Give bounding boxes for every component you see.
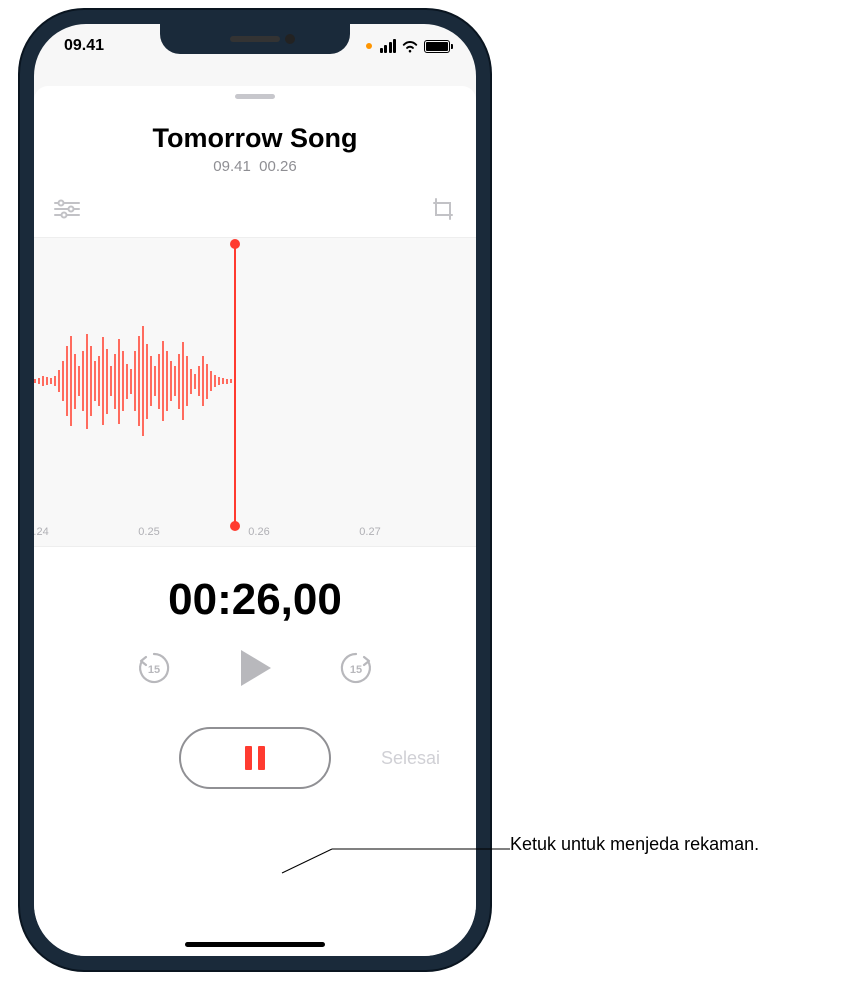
- sheet-grabber[interactable]: [235, 94, 275, 99]
- callout-leader-line: [282, 849, 512, 879]
- notch: [160, 24, 350, 54]
- phone-frame: 09.41 Tomorrow Song 09.41 00.26: [20, 10, 490, 970]
- playhead[interactable]: [234, 244, 236, 526]
- waveform-area[interactable]: 0.24 0.25 0.26 0.27: [34, 237, 476, 547]
- home-indicator[interactable]: [185, 942, 325, 947]
- annotation-pause-callout: Ketuk untuk menjeda rekaman.: [510, 832, 820, 857]
- elapsed-timer: 00:26,00: [34, 575, 476, 625]
- status-time: 09.41: [64, 37, 104, 55]
- phone-screen: 09.41 Tomorrow Song 09.41 00.26: [34, 24, 476, 956]
- playback-controls: 15 15: [34, 643, 476, 693]
- battery-icon: [424, 40, 450, 53]
- time-ruler: 0.24 0.25 0.26 0.27: [34, 526, 476, 546]
- recording-meta: 09.41 00.26: [34, 158, 476, 175]
- time-tick: 0.25: [138, 526, 159, 538]
- wifi-icon: [401, 40, 419, 53]
- skip-forward-15-button[interactable]: 15: [334, 646, 378, 690]
- play-button[interactable]: [230, 643, 280, 693]
- time-tick: 0.24: [34, 526, 49, 538]
- pause-record-button[interactable]: [179, 727, 331, 789]
- trim-icon[interactable]: [428, 197, 458, 221]
- svg-text:15: 15: [350, 664, 362, 676]
- done-button[interactable]: Selesai: [381, 748, 440, 769]
- recording-sheet: Tomorrow Song 09.41 00.26: [34, 86, 476, 956]
- waveform-bars: [34, 238, 476, 524]
- time-tick: 0.27: [359, 526, 380, 538]
- recording-title[interactable]: Tomorrow Song: [34, 123, 476, 154]
- recording-indicator-dot: [366, 43, 372, 49]
- svg-text:15: 15: [148, 664, 160, 676]
- status-right: [366, 39, 451, 53]
- cellular-signal-icon: [380, 39, 397, 53]
- skip-back-15-button[interactable]: 15: [132, 646, 176, 690]
- pause-icon: [245, 746, 265, 770]
- time-tick: 0.26: [248, 526, 269, 538]
- settings-sliders-icon[interactable]: [52, 197, 82, 221]
